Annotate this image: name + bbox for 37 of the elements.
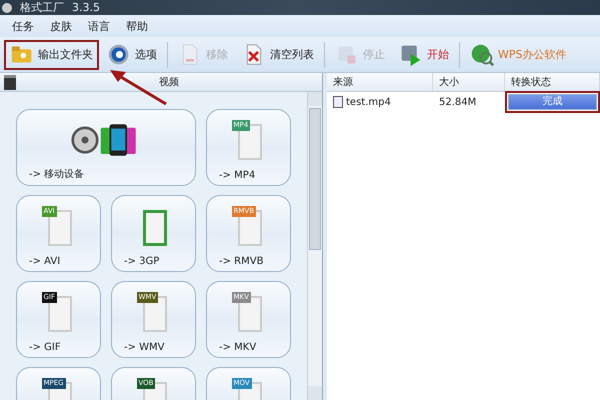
format-tile[interactable]: -> 移动设备 bbox=[16, 109, 196, 186]
format-tile[interactable]: -> 3GP bbox=[111, 195, 196, 272]
column-header[interactable]: 来源 bbox=[327, 73, 433, 91]
table-cell-text: 52.84M bbox=[438, 96, 478, 108]
format-label: -> WMV bbox=[124, 342, 165, 353]
film-play-icon bbox=[399, 42, 423, 66]
toolbar-button[interactable]: 开始 bbox=[393, 40, 455, 70]
toolbar-button[interactable]: 选项 bbox=[101, 40, 163, 70]
scroll-down-icon[interactable] bbox=[308, 386, 322, 400]
format-label: -> 3GP bbox=[124, 256, 160, 267]
format-label: -> RMVB bbox=[219, 256, 264, 267]
table-cell: test.mp4 bbox=[346, 96, 391, 108]
annotation-arrow bbox=[108, 68, 168, 108]
toolbar-button[interactable]: 清空列表 bbox=[236, 40, 320, 70]
menu-item[interactable]: 帮助 bbox=[120, 18, 154, 34]
scroll-up-icon[interactable] bbox=[308, 92, 322, 106]
format-label: -> GIF bbox=[29, 342, 61, 353]
version-label: 3.3.5 bbox=[72, 1, 100, 14]
toolbar-button[interactable]: 输出文件夹 bbox=[4, 40, 99, 70]
column-header[interactable]: 大小 bbox=[433, 73, 505, 91]
status-text: 完成 bbox=[542, 95, 564, 109]
menu-item[interactable]: 任务 bbox=[6, 18, 40, 34]
clapperboard-icon bbox=[4, 74, 16, 90]
globe-magnifier-icon bbox=[470, 42, 494, 66]
window-title: 格式工厂 bbox=[20, 0, 64, 15]
file-icon bbox=[333, 96, 343, 108]
category-title: 视频 bbox=[158, 76, 180, 89]
app-icon bbox=[2, 2, 12, 12]
format-label: -> 移动设备 bbox=[29, 168, 84, 181]
format-label: -> MP4 bbox=[219, 170, 256, 181]
menu-item[interactable]: 语言 bbox=[82, 18, 116, 34]
menu-item[interactable]: 皮肤 bbox=[44, 18, 78, 34]
settings-icon bbox=[107, 42, 131, 66]
scroll-thumb[interactable] bbox=[309, 108, 321, 250]
format-label: -> MKV bbox=[219, 342, 256, 353]
column-header[interactable]: 转换状态 bbox=[505, 73, 600, 91]
format-label: -> AVI bbox=[29, 256, 60, 267]
